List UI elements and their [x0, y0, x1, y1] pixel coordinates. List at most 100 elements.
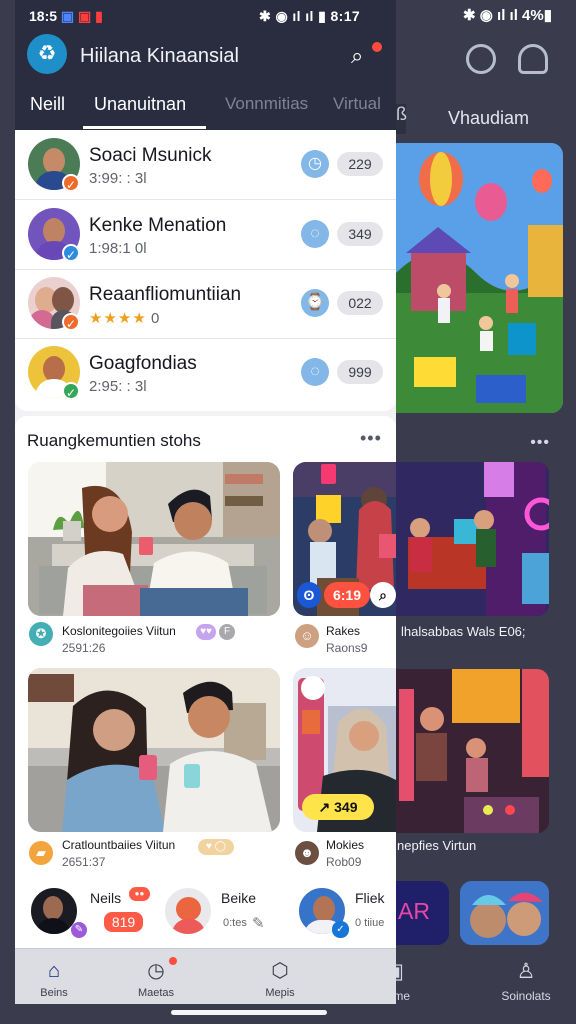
contact-subtitle: 3:99: : 3l — [89, 170, 147, 187]
background-poster-left: AR — [396, 881, 449, 945]
community-feed: Ruangkemuntien stohs ••• ✪ Koslonitegoii… — [15, 416, 396, 976]
svg-text:AR: AR — [398, 898, 430, 924]
clock-icon: ◷ — [147, 960, 165, 982]
cube-icon: ⬡ — [271, 960, 289, 982]
background-tab[interactable]: Vhaudiam — [448, 108, 529, 129]
wifi-icon: ◉ — [275, 8, 289, 24]
story-avatar — [163, 886, 213, 936]
tab-neill[interactable]: Neill — [30, 94, 65, 115]
contact-name: Reaanfliomuntiian — [89, 284, 242, 305]
bottom-navigation: ⌂ Beins ◷ Maetas ⬡ Mepis — [15, 948, 396, 1004]
nav-history[interactable]: ◷ Maetas — [117, 960, 195, 999]
video-title[interactable]: Koslonitegoiies Viitun — [62, 624, 176, 638]
background-card-title[interactable]: lhalsabbas Wals E06; — [401, 624, 526, 639]
tag-chip: ♥♥ — [196, 624, 216, 640]
video-title[interactable]: Rakes — [326, 624, 360, 638]
contact-count: 999 — [337, 360, 383, 384]
contact-row[interactable]: ✓ Goagfondias 2:95: : 3l ◌ 999 — [15, 338, 396, 407]
status-badge-icon: ✓ — [62, 313, 80, 331]
clock-icon[interactable]: ⌚ — [301, 289, 329, 317]
bluetooth-icon: ✱ — [259, 8, 272, 24]
home-indicator[interactable] — [171, 1010, 327, 1015]
notification-icon: ▮ — [95, 8, 103, 24]
video-subtitle: Raons9 — [326, 641, 368, 655]
nav-maps[interactable]: ⬡ Mepis — [241, 960, 319, 999]
wifi-icon: ◉ — [479, 7, 493, 24]
tab-vonnmitias[interactable]: Vonnmitias — [225, 94, 308, 114]
active-tab-indicator — [83, 126, 206, 129]
verified-icon[interactable]: ◌ — [301, 358, 329, 386]
nav-maps-label: Mepis — [265, 987, 295, 999]
video-thumbnail[interactable] — [28, 668, 280, 832]
app-logo-icon: ♻ — [27, 34, 67, 74]
shield-icon[interactable]: ◌ — [301, 220, 329, 248]
new-badge-icon: ●● — [129, 887, 150, 901]
nav-history-label: Maetas — [137, 987, 175, 999]
status-badge-icon: ✓ — [62, 244, 80, 262]
contact-list: ✓ Soaci Msunick 3:99: : 3l ◷ 229 ✓ Kenke… — [15, 130, 396, 411]
rating-stars-icon: ★★★★ — [89, 310, 147, 327]
video-title[interactable]: Mokies — [326, 838, 364, 852]
bluetooth-icon: ✱ — [463, 7, 476, 24]
background-compass-icon[interactable] — [466, 44, 496, 74]
status-right-text: ıl ıl ▮ 8:17 — [292, 8, 361, 24]
story-count: 819 — [104, 912, 143, 932]
background-tab-fragment: ß — [396, 104, 407, 134]
format-icon: F — [219, 624, 235, 640]
background-nav-settings[interactable]: ♙ Soinolats — [488, 960, 564, 1003]
video-title[interactable]: Cratlountbaiies Viitun — [62, 838, 175, 852]
channel-avatar-icon: ☺ — [295, 624, 319, 648]
video-subtitle: 2651:37 — [62, 855, 106, 869]
reaction-count-badge: ↗ 349 — [302, 794, 374, 820]
edit-icon: ✎ — [71, 922, 87, 938]
rating-value: 0 — [150, 310, 160, 327]
video-thumbnail[interactable] — [28, 462, 280, 616]
video-subtitle: Rob09 — [326, 855, 362, 869]
video-subtitle: 2591:26 — [62, 641, 106, 655]
background-more-icon[interactable]: ••• — [530, 434, 550, 452]
contact-row[interactable]: ✓ Kenke Menation 1:98:1 0l ◌ 349 — [15, 200, 396, 270]
search-overlay-icon[interactable]: ⌕ — [370, 582, 396, 608]
story-row: Neils 819 ●● ✎ Beike 0:tes ✎ ✓ Fliek 0 t… — [15, 882, 396, 944]
tag-chip: ♥ ◯ — [198, 839, 234, 855]
contact-count: 022 — [337, 291, 383, 315]
contact-row[interactable]: ✓ Soaci Msunick 3:99: : 3l ◷ 229 — [15, 130, 396, 200]
contact-subtitle: ★★★★ 0 — [89, 309, 159, 327]
story-subtitle: 0 tiiue — [355, 917, 385, 929]
app-header: 18:5 ▣ ▣ ▮ ✱ ◉ ıl ıl ▮ 8:17 ♻ Hiilana Ki… — [15, 0, 396, 130]
main-app-panel: 18:5 ▣ ▣ ▮ ✱ ◉ ıl ıl ▮ 8:17 ♻ Hiilana Ki… — [15, 0, 396, 1004]
person-icon: ♙ — [516, 960, 536, 983]
more-icon[interactable]: ••• — [360, 428, 382, 449]
background-profile-icon[interactable] — [518, 44, 548, 74]
story-name: Beike — [221, 890, 257, 906]
status-left: 18:5 ▣ ▣ ▮ — [29, 8, 103, 25]
status-badge-icon: ✓ — [62, 382, 80, 400]
story-item[interactable]: Neils 819 ●● ✎ — [29, 882, 150, 940]
app-title: Hiilana Kinaansial — [80, 45, 239, 67]
status-right: ✱ ◉ ıl ıl ▮ 8:17 — [259, 8, 360, 25]
channel-avatar-icon: ▰ — [29, 841, 53, 865]
youtube-icon: ▣ — [78, 8, 92, 24]
contact-name: Goagfondias — [89, 353, 197, 374]
background-playground-image — [396, 143, 563, 413]
tab-virtual[interactable]: Virtual — [333, 94, 381, 114]
contact-name: Soaci Msunick — [89, 145, 212, 166]
tab-unanuitnan[interactable]: Unanuitnan — [94, 94, 186, 115]
contact-count: 229 — [337, 152, 383, 176]
channel-avatar-icon: ✪ — [29, 622, 53, 646]
notification-dot-icon — [169, 957, 177, 965]
story-item[interactable]: Beike 0:tes ✎ — [163, 882, 273, 940]
notification-dot-icon — [372, 42, 382, 52]
contact-row[interactable]: ✓ Reaanfliomuntiian ★★★★ 0 ⌚ 022 — [15, 269, 396, 339]
nav-home-label: Beins — [40, 987, 68, 999]
feed-title: Ruangkemuntien stohs — [27, 431, 201, 450]
background-video-title[interactable]: nepfies Virtun — [397, 838, 476, 853]
story-item[interactable]: ✓ Fliek 0 tiiue — [297, 882, 395, 940]
story-name: Fliek — [355, 890, 385, 906]
nav-home[interactable]: ⌂ Beins — [15, 960, 93, 999]
timer-icon[interactable]: ◷ — [301, 150, 329, 178]
messages-icon: ▣ — [60, 8, 75, 24]
background-game-room-image — [396, 669, 549, 833]
contact-count: 349 — [337, 222, 383, 246]
background-nav-settings-label: Soinolats — [501, 989, 551, 1003]
